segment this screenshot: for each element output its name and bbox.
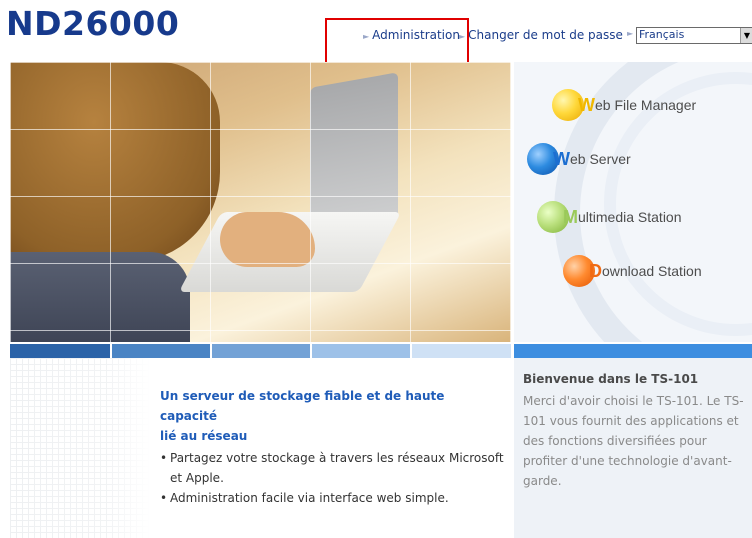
app-label: ownload Station bbox=[602, 263, 702, 279]
application-menu: Web File Manager Web Server Multimedia S… bbox=[514, 62, 752, 342]
feature-heading-line-2: lié au réseau bbox=[160, 429, 248, 443]
app-link-web-server[interactable]: Web Server bbox=[527, 143, 631, 175]
color-strip-segment bbox=[514, 344, 752, 358]
language-select[interactable]: ► Français ▼ bbox=[627, 27, 752, 44]
highlight-box bbox=[325, 18, 469, 66]
app-initial: W bbox=[578, 94, 595, 115]
app-initial: D bbox=[589, 260, 602, 281]
feature-list-item: Administration facile via interface web … bbox=[160, 488, 505, 508]
app-initial: W bbox=[553, 148, 570, 169]
nav-link-change-password-label: Changer de mot de passe bbox=[468, 28, 623, 42]
app-label: ultimedia Station bbox=[578, 209, 682, 225]
decorative-grid-fade bbox=[10, 358, 150, 538]
feature-heading-line-1: Un serveur de stockage fiable et de haut… bbox=[160, 389, 445, 423]
arrow-right-icon: ► bbox=[627, 29, 634, 38]
welcome-text: Merci d'avoir choisi le TS-101. Le TS-10… bbox=[523, 394, 744, 488]
color-strip-segment bbox=[112, 344, 210, 358]
app-label: eb File Manager bbox=[595, 97, 697, 113]
color-strip-segment bbox=[10, 344, 110, 358]
hero-image bbox=[10, 62, 511, 342]
feature-list-item: Partagez votre stockage à travers les ré… bbox=[160, 448, 505, 488]
language-selected-value: Français bbox=[639, 28, 685, 41]
app-label: eb Server bbox=[570, 151, 631, 167]
language-dropdown[interactable]: Français ▼ bbox=[636, 27, 752, 44]
hero-grid-overlay bbox=[10, 62, 511, 342]
feature-list: Partagez votre stockage à travers les ré… bbox=[160, 448, 505, 508]
color-strip-segment bbox=[412, 344, 511, 358]
color-strip-segment bbox=[212, 344, 310, 358]
app-initial: M bbox=[563, 206, 578, 227]
app-link-multimedia-station[interactable]: Multimedia Station bbox=[537, 201, 682, 233]
app-link-web-file-manager[interactable]: Web File Manager bbox=[552, 89, 696, 121]
app-link-download-station[interactable]: Download Station bbox=[563, 255, 702, 287]
chevron-down-icon[interactable]: ▼ bbox=[740, 28, 752, 43]
feature-section: Un serveur de stockage fiable et de haut… bbox=[160, 386, 505, 508]
color-strip-segment bbox=[312, 344, 410, 358]
welcome-title: Bienvenue dans le TS-101 bbox=[523, 372, 699, 386]
nav-link-change-password[interactable]: ► Changer de mot de passe bbox=[459, 28, 623, 42]
